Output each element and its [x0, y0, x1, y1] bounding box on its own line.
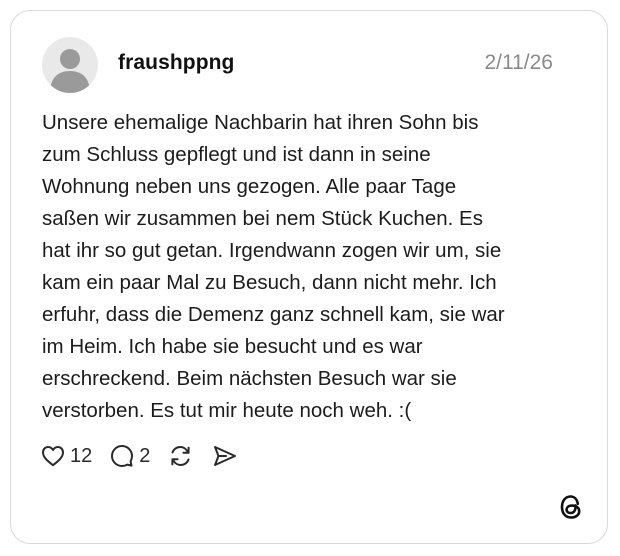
heart-icon — [42, 446, 64, 467]
post-card: fraushppng 2/11/26 Unsere ehemalige Nach… — [10, 10, 608, 544]
like-count: 12 — [70, 444, 93, 467]
share-button[interactable] — [212, 444, 238, 468]
reply-button[interactable]: 2 — [110, 444, 150, 468]
repost-button[interactable] — [168, 444, 194, 468]
post-text: Unsere ehemalige Nachbarin hat ihren Soh… — [42, 111, 505, 422]
like-button[interactable]: 12 — [41, 445, 92, 468]
post-date: 2/11/26 — [484, 51, 553, 74]
reply-count: 2 — [139, 444, 151, 467]
repost-icon — [171, 445, 190, 467]
avatar[interactable] — [42, 37, 98, 93]
threads-logo-icon — [560, 495, 581, 519]
default-user-icon — [50, 49, 90, 93]
send-icon — [214, 446, 237, 466]
speech-bubble-icon — [111, 445, 134, 467]
username[interactable]: fraushppng — [118, 51, 235, 75]
action-bar: 12 2 — [41, 439, 256, 473]
